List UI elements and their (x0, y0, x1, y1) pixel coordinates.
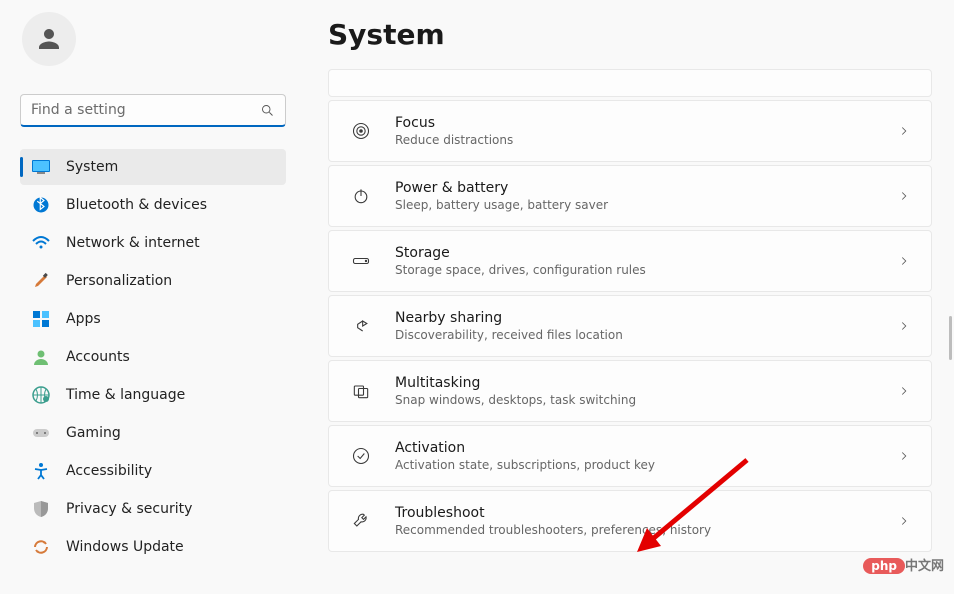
person-icon (34, 24, 64, 54)
card-title: Nearby sharing (395, 310, 875, 326)
sidebar-item-label: Accessibility (66, 463, 152, 479)
search-input[interactable] (31, 102, 260, 118)
update-icon (32, 538, 50, 556)
card-subtitle: Snap windows, desktops, task switching (395, 393, 875, 407)
search-icon (260, 103, 275, 118)
card-title: Multitasking (395, 375, 875, 391)
sidebar-item-label: Network & internet (66, 235, 200, 251)
card-title: Activation (395, 440, 875, 456)
brush-icon (32, 272, 50, 290)
storage-icon (349, 249, 373, 273)
bluetooth-icon (32, 196, 50, 214)
sidebar-item-label: System (66, 159, 118, 175)
activation-icon (349, 444, 373, 468)
watermark: php中文网 (863, 555, 944, 574)
sidebar-item-windows-update[interactable]: Windows Update (20, 529, 286, 565)
sidebar-item-privacy-security[interactable]: Privacy & security (20, 491, 286, 527)
sidebar-item-apps[interactable]: Apps (20, 301, 286, 337)
chevron-right-icon (897, 189, 911, 203)
sidebar-item-label: Windows Update (66, 539, 184, 555)
sidebar-item-system[interactable]: System (20, 149, 286, 185)
settings-card-storage[interactable]: Storage Storage space, drives, configurat… (328, 230, 932, 292)
settings-card-activation[interactable]: Activation Activation state, subscription… (328, 425, 932, 487)
card-subtitle: Activation state, subscriptions, product… (395, 458, 875, 472)
multitask-icon (349, 379, 373, 403)
search-input-container[interactable] (20, 94, 286, 127)
page-title: System (328, 18, 938, 51)
chevron-right-icon (897, 449, 911, 463)
sidebar-item-label: Apps (66, 311, 101, 327)
user-icon (32, 348, 50, 366)
sidebar-item-label: Time & language (66, 387, 185, 403)
card-subtitle: Reduce distractions (395, 133, 875, 147)
sidebar-nav: System Bluetooth & devices Network & inter… (20, 149, 286, 565)
display-icon (32, 158, 50, 176)
card-title: Storage (395, 245, 875, 261)
watermark-text: 中文网 (905, 559, 944, 574)
chevron-right-icon (897, 254, 911, 268)
focus-icon (349, 119, 373, 143)
sidebar-item-time-language[interactable]: Time & language (20, 377, 286, 413)
sidebar-item-network-internet[interactable]: Network & internet (20, 225, 286, 261)
user-avatar[interactable] (22, 12, 76, 66)
card-title: Troubleshoot (395, 505, 875, 521)
chevron-right-icon (897, 124, 911, 138)
sidebar-item-gaming[interactable]: Gaming (20, 415, 286, 451)
shield-icon (32, 500, 50, 518)
sidebar-item-accounts[interactable]: Accounts (20, 339, 286, 375)
settings-card-nearby-sharing[interactable]: Nearby sharing Discoverability, received … (328, 295, 932, 357)
card-subtitle: Sleep, battery usage, battery saver (395, 198, 875, 212)
card-title: Focus (395, 115, 875, 131)
sidebar-item-personalization[interactable]: Personalization (20, 263, 286, 299)
settings-card-power-battery[interactable]: Power & battery Sleep, battery usage, bat… (328, 165, 932, 227)
settings-card-partial[interactable] (328, 69, 932, 97)
wrench-icon (349, 509, 373, 533)
scrollbar-thumb[interactable] (949, 316, 952, 360)
settings-list: Focus Reduce distractions Power & battery S… (328, 69, 938, 552)
settings-card-focus[interactable]: Focus Reduce distractions (328, 100, 932, 162)
wifi-icon (32, 234, 50, 252)
watermark-pill: php (863, 558, 905, 574)
sidebar-item-label: Personalization (66, 273, 172, 289)
sidebar-item-accessibility[interactable]: Accessibility (20, 453, 286, 489)
globe-icon (32, 386, 50, 404)
gamepad-icon (32, 424, 50, 442)
sidebar-item-label: Accounts (66, 349, 130, 365)
card-subtitle: Discoverability, received files location (395, 328, 875, 342)
card-subtitle: Storage space, drives, configuration rul… (395, 263, 875, 277)
power-icon (349, 184, 373, 208)
apps-icon (32, 310, 50, 328)
card-title: Power & battery (395, 180, 875, 196)
sidebar-item-bluetooth-devices[interactable]: Bluetooth & devices (20, 187, 286, 223)
accessibility-icon (32, 462, 50, 480)
share-icon (349, 314, 373, 338)
settings-card-multitasking[interactable]: Multitasking Snap windows, desktops, task… (328, 360, 932, 422)
sidebar-item-label: Gaming (66, 425, 121, 441)
sidebar-item-label: Privacy & security (66, 501, 192, 517)
settings-card-troubleshoot[interactable]: Troubleshoot Recommended troubleshooters,… (328, 490, 932, 552)
chevron-right-icon (897, 319, 911, 333)
chevron-right-icon (897, 384, 911, 398)
card-subtitle: Recommended troubleshooters, preferences… (395, 523, 875, 537)
chevron-right-icon (897, 514, 911, 528)
sidebar-item-label: Bluetooth & devices (66, 197, 207, 213)
